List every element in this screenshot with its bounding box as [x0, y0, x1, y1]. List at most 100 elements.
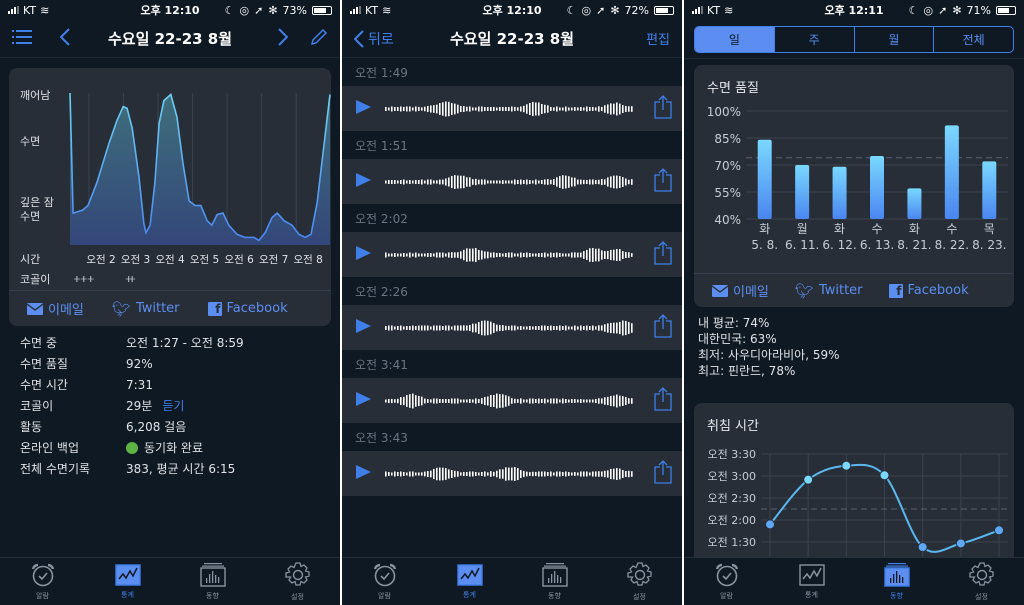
- share-twitter-label: Twitter: [818, 283, 863, 298]
- tab-settings[interactable]: 설정: [939, 558, 1024, 605]
- share-twitter-button[interactable]: 🐦︎ Twitter: [112, 300, 180, 318]
- page-title: 수요일 22-23 8월: [107, 30, 233, 48]
- tab-label: 통계: [805, 590, 818, 599]
- x-date-label: 8. 21.: [897, 238, 931, 252]
- quality-bar[interactable]: [832, 166, 847, 219]
- play-button[interactable]: [356, 464, 371, 483]
- share-recording-button[interactable]: [654, 386, 672, 415]
- settings-gear-icon: [968, 561, 995, 590]
- back-label: 뒤로: [368, 31, 394, 48]
- back-button[interactable]: 뒤로: [354, 29, 394, 49]
- bedtime-point[interactable]: [841, 460, 852, 471]
- info-key: 온라인 백업: [20, 441, 80, 455]
- stat-my-average: 내 평균: 74%: [698, 316, 770, 330]
- play-button[interactable]: [356, 391, 371, 410]
- tab-trends[interactable]: 동향: [512, 558, 597, 605]
- recording-time: 오전 3:43: [355, 431, 408, 445]
- tab-bar: 알람 통계 동향 설정: [0, 557, 340, 605]
- sleep-quality-card: 수면 품질 100% 85% 70% 55% 40% 화 5. 8. 월 6. 11. 화 6. 1…: [694, 65, 1014, 307]
- share-recording-button[interactable]: [654, 313, 672, 342]
- tab-trends[interactable]: 동향: [170, 558, 255, 605]
- share-recording-button[interactable]: [654, 459, 672, 488]
- trends-bars-icon: [199, 562, 226, 589]
- listen-link[interactable]: 듣기: [162, 397, 184, 414]
- settings-gear-icon: [626, 561, 653, 590]
- quality-bar[interactable]: [757, 139, 772, 219]
- segment-all[interactable]: 전체: [934, 27, 1013, 52]
- share-twitter-button[interactable]: 🐦︎ Twitter: [795, 282, 863, 300]
- sleep-graph-card: 깨어남 수면 깊은 잠 수면 시간 오전 2 오전 3 오전 4 오전 5 오전 6 오전…: [9, 68, 331, 326]
- x-axis-label: 시간: [20, 253, 40, 266]
- segment-week[interactable]: 주: [775, 27, 855, 52]
- y-tick-label: 85%: [714, 132, 741, 146]
- x-date-label: 8. 22.: [935, 238, 969, 252]
- quality-bar[interactable]: [982, 161, 997, 219]
- y-label-awake: 깨어남: [20, 89, 50, 102]
- share-recording-button[interactable]: [654, 94, 672, 123]
- next-day-button[interactable]: [278, 27, 289, 50]
- x-day-label: 수: [946, 222, 957, 236]
- previous-day-button[interactable]: [59, 27, 70, 50]
- play-button[interactable]: [356, 318, 371, 337]
- tab-settings[interactable]: 설정: [255, 558, 340, 605]
- share-facebook-label: Facebook: [226, 301, 288, 316]
- quality-bar[interactable]: [870, 156, 884, 219]
- play-button[interactable]: [356, 172, 371, 191]
- edit-button[interactable]: 편집: [646, 29, 670, 48]
- tab-alarm[interactable]: 알람: [342, 558, 427, 605]
- carrier: KT: [707, 3, 721, 17]
- location-icon: ➚: [938, 3, 948, 17]
- quality-bar[interactable]: [907, 188, 922, 219]
- x-tick-label: 오전 3: [121, 254, 150, 266]
- bedtime-point[interactable]: [994, 525, 1004, 536]
- menu-icon[interactable]: [12, 29, 32, 48]
- bluetooth-icon: ✻: [952, 3, 962, 17]
- tab-statistics[interactable]: 통계: [427, 558, 512, 605]
- share-email-button[interactable]: 이메일: [712, 281, 769, 300]
- segment-month[interactable]: 월: [855, 27, 935, 52]
- snore-event-mark: [80, 276, 87, 282]
- quality-bar[interactable]: [795, 165, 810, 219]
- bedtime-point[interactable]: [803, 474, 814, 485]
- recording-row: [342, 232, 682, 277]
- edit-pencil-icon[interactable]: [310, 28, 328, 50]
- tab-trends[interactable]: 동향: [854, 558, 939, 605]
- x-tick-label: 오전 6: [224, 254, 254, 266]
- tab-statistics[interactable]: 통계: [769, 558, 854, 605]
- share-facebook-button[interactable]: f Facebook: [888, 283, 969, 298]
- bedtime-point[interactable]: [955, 538, 966, 549]
- tab-alarm[interactable]: 알람: [684, 558, 769, 605]
- quality-bar[interactable]: [944, 125, 959, 219]
- status-bar: KT ≋ 오후 12:11 ☾ ◎ ➚ ✻ 71%: [684, 0, 1024, 20]
- facebook-icon: f: [207, 301, 222, 316]
- signal-icon: [350, 6, 361, 14]
- segment-day[interactable]: 일: [695, 27, 775, 52]
- play-button[interactable]: [356, 99, 371, 118]
- sleep-info-list: 수면 중 오전 1:27 - 오전 8:59 수면 품질 92% 수면 시간 7:31…: [0, 326, 340, 485]
- statistics-chart-icon: [114, 563, 141, 588]
- share-icon: [654, 94, 672, 119]
- share-recording-button[interactable]: [654, 167, 672, 196]
- alarm-clock-icon: [714, 563, 740, 589]
- share-recording-button[interactable]: [654, 240, 672, 269]
- wifi-icon: ≋: [382, 3, 392, 17]
- moon-icon: ☾: [908, 3, 919, 17]
- bedtime-point[interactable]: [765, 519, 775, 530]
- bedtime-point[interactable]: [879, 470, 890, 481]
- waveform: [385, 247, 633, 262]
- tab-settings[interactable]: 설정: [597, 558, 682, 605]
- share-email-button[interactable]: 이메일: [27, 299, 84, 318]
- recordings-list: 오전 1:49 오전 1:51 오전 2:02 오전 2:26 오전 3:41 오전 3:…: [342, 58, 682, 496]
- play-button[interactable]: [356, 245, 371, 264]
- x-tick-label: 오전 2: [86, 254, 115, 266]
- info-key: 수면 시간: [20, 378, 68, 392]
- tab-statistics[interactable]: 통계: [85, 558, 170, 605]
- info-row-total-records: 전체 수면기록 383, 평균 시간 6:15: [20, 458, 320, 479]
- bedtime-point[interactable]: [917, 542, 928, 553]
- play-icon: [356, 465, 371, 479]
- tab-alarm[interactable]: 알람: [0, 558, 85, 605]
- share-email-label: 이메일: [48, 303, 84, 318]
- statistics-chart-icon: [798, 563, 825, 588]
- info-key: 전체 수면기록: [20, 462, 91, 476]
- share-facebook-button[interactable]: f Facebook: [207, 301, 288, 316]
